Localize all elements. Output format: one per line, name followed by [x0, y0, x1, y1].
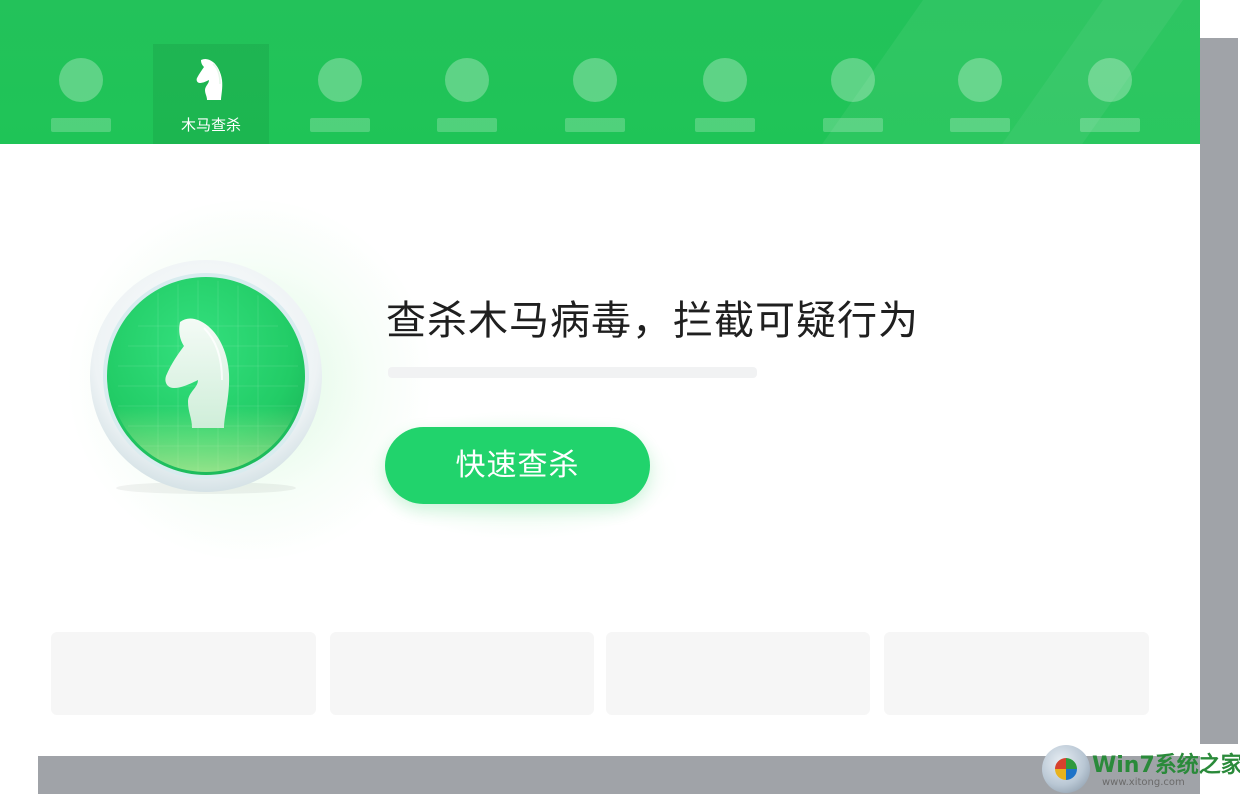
feature-card[interactable]	[884, 632, 1149, 715]
scan-progress-bar	[388, 367, 757, 378]
hero-headline: 查杀木马病毒，拦截可疑行为	[386, 298, 919, 344]
watermark-url: www.xitong.com	[1102, 777, 1185, 788]
nav-icon-placeholder	[831, 58, 875, 102]
nav-icon-placeholder	[703, 58, 747, 102]
nav-label-placeholder	[695, 118, 755, 132]
horse-icon	[196, 58, 223, 100]
nav-label-placeholder	[565, 118, 625, 132]
nav-item-placeholder[interactable]	[23, 44, 139, 144]
feature-card[interactable]	[606, 632, 870, 715]
nav-item-placeholder[interactable]	[409, 44, 525, 144]
nav-label-placeholder	[823, 118, 883, 132]
nav-label-placeholder	[1080, 118, 1140, 132]
nav-item-placeholder[interactable]	[795, 44, 911, 144]
window-shadow-right	[1200, 38, 1238, 744]
nav-label-placeholder	[437, 118, 497, 132]
nav-item-trojan-scan[interactable]: 木马查杀	[153, 44, 269, 144]
nav-icon-placeholder	[1088, 58, 1132, 102]
nav-icon-placeholder	[958, 58, 1002, 102]
top-navigation-bar: 木马查杀	[0, 0, 1200, 144]
nav-item-label: 木马查杀	[180, 116, 241, 134]
nav-icon-placeholder	[318, 58, 362, 102]
nav-item-placeholder[interactable]	[922, 44, 1038, 144]
feature-card[interactable]	[51, 632, 316, 715]
nav-item-placeholder[interactable]	[537, 44, 653, 144]
nav-icon-placeholder	[445, 58, 489, 102]
nav-icon-placeholder	[573, 58, 617, 102]
nav-item-placeholder[interactable]	[282, 44, 398, 144]
nav-label-placeholder	[310, 118, 370, 132]
windows-orb-icon	[1042, 745, 1090, 793]
horse-shield-icon	[90, 260, 322, 494]
feature-card[interactable]	[330, 632, 594, 715]
watermark-text: Win7系统之家	[1092, 753, 1240, 778]
nav-item-placeholder[interactable]	[1052, 44, 1168, 144]
app-window: 木马查杀 查杀木马病毒，拦截可疑行为 快速查杀	[0, 0, 1200, 756]
nav-label-placeholder	[950, 118, 1010, 132]
window-shadow-bottom	[38, 756, 1200, 794]
watermark-logo: Win7系统之家 www.xitong.com	[1042, 745, 1240, 793]
nav-icon-placeholder	[59, 58, 103, 102]
quick-scan-button[interactable]: 快速查杀	[385, 427, 650, 504]
nav-label-placeholder	[51, 118, 111, 132]
nav-item-placeholder[interactable]	[667, 44, 783, 144]
